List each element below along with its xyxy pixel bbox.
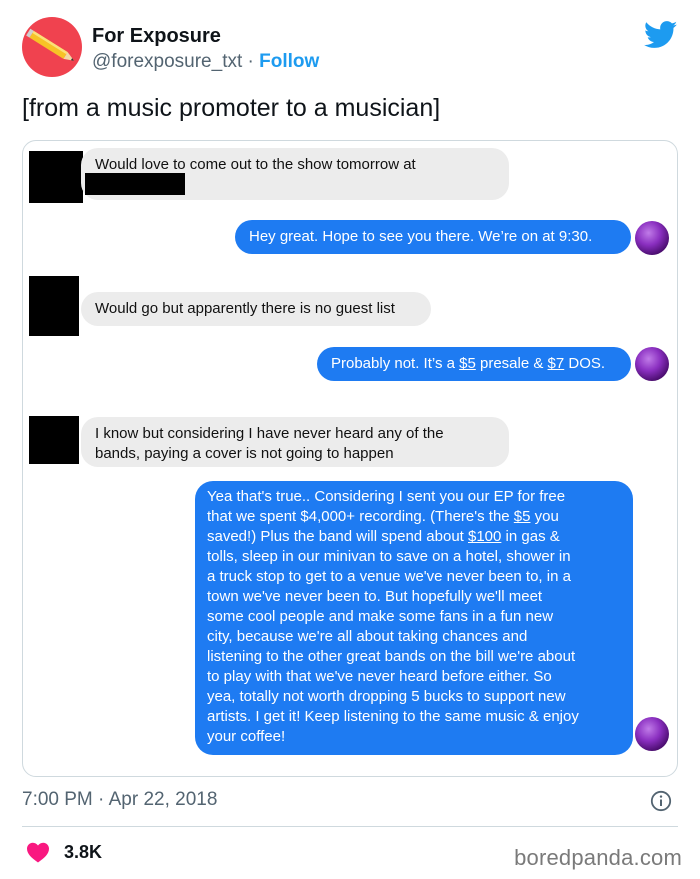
tweet-text: [from a music promoter to a musician]	[22, 94, 441, 122]
follow-button[interactable]: Follow	[259, 51, 319, 72]
sender-avatar	[635, 347, 669, 381]
redacted-avatar	[29, 416, 79, 464]
redacted-avatar	[29, 276, 79, 336]
info-icon[interactable]	[650, 790, 672, 812]
message-incoming: Would go but apparently there is no gues…	[81, 292, 431, 326]
message-text: Hey great. Hope to see you there. We’re …	[249, 228, 593, 245]
account-handle[interactable]: @forexposure_txt	[92, 51, 242, 72]
redacted-text	[85, 173, 185, 195]
handle-row: @forexposure_txt · Follow	[92, 51, 319, 73]
separator-dot: ·	[242, 51, 260, 72]
sender-avatar	[635, 717, 669, 751]
twitter-bird-icon[interactable]	[644, 21, 678, 49]
account-name[interactable]: For Exposure	[92, 25, 221, 48]
divider	[22, 826, 678, 827]
tweet-timestamp[interactable]: 7:00 PM · Apr 22, 2018	[22, 789, 217, 811]
message-text: Would love to come out to the show tomor…	[95, 156, 416, 173]
redacted-avatar	[29, 151, 83, 203]
watermark: boredpanda.com	[514, 845, 682, 870]
like-row[interactable]: 3.8K	[26, 840, 102, 864]
message-outgoing: Hey great. Hope to see you there. We’re …	[235, 220, 631, 254]
tweet-header: For Exposure @forexposure_txt · Follow	[22, 17, 678, 81]
heart-icon[interactable]	[26, 841, 50, 863]
like-count: 3.8K	[64, 841, 103, 862]
message-text: Would go but apparently there is no gues…	[95, 300, 395, 317]
message-outgoing: Probably not. It’s a $5 presale & $7 DOS…	[317, 347, 631, 381]
message-incoming: I know but considering I have never hear…	[81, 417, 509, 467]
message-outgoing: Yea that's true.. Considering I sent you…	[195, 481, 633, 755]
pencil-icon	[26, 28, 75, 61]
message-text: bands, paying a cover is not going to ha…	[95, 445, 394, 462]
message-text: Probably not. It’s a $5 presale & $7 DOS…	[331, 355, 606, 372]
sender-avatar	[635, 221, 669, 255]
profile-avatar[interactable]	[22, 17, 82, 77]
tweet-image[interactable]: Would love to come out to the show tomor…	[22, 140, 678, 777]
message-text: I know but considering I have never hear…	[95, 425, 444, 442]
